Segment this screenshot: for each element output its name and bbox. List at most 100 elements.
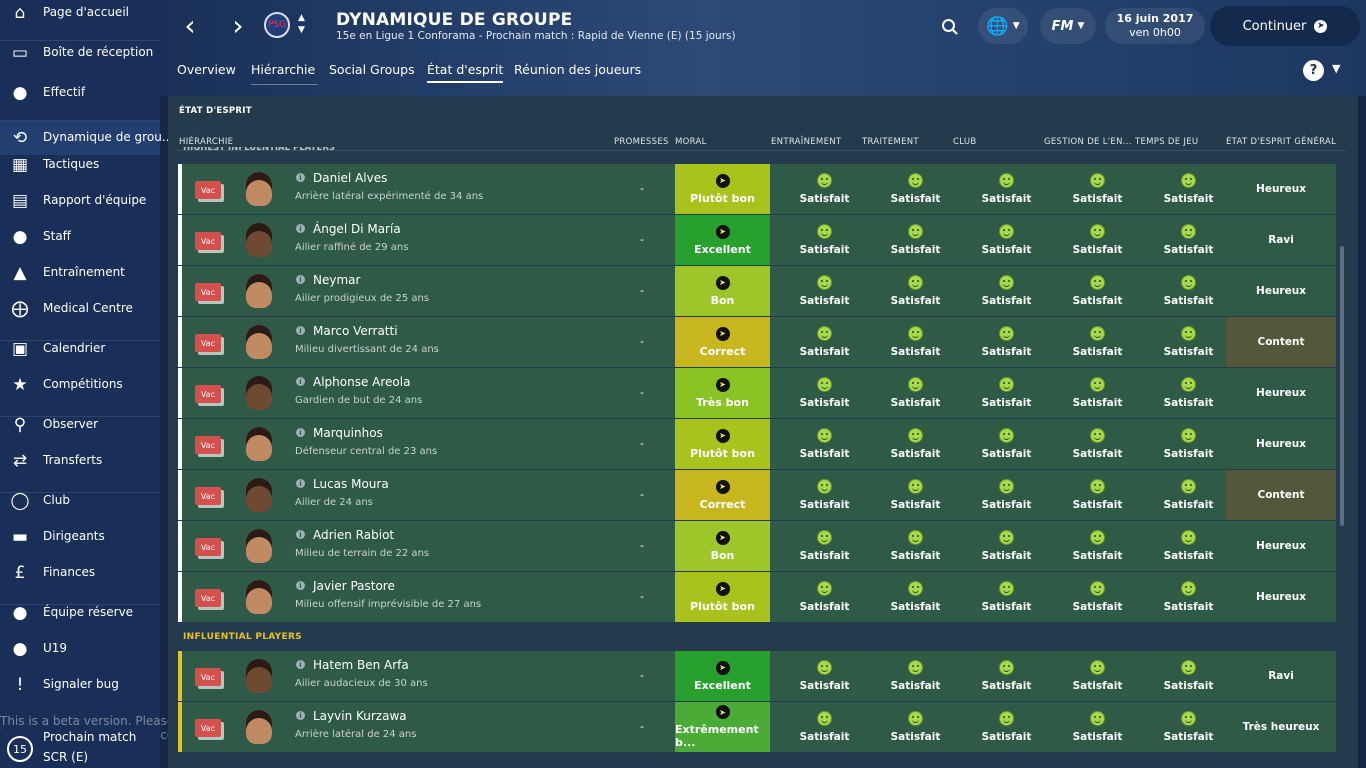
player-name[interactable]: Marquinhos [313, 426, 383, 440]
player-name[interactable]: Alphonse Areola [313, 375, 410, 389]
player-name[interactable]: Javier Pastore [313, 579, 395, 593]
info-icon[interactable]: i [296, 581, 305, 590]
tab-0[interactable]: Overview [177, 62, 236, 77]
world-menu-button[interactable]: 🌐 ▼ [978, 8, 1028, 44]
treatment-cell[interactable]: Satisfait [871, 521, 960, 571]
player-row[interactable]: Vac i Adrien Rabiot Milieu de terrain de 22… [178, 521, 1336, 571]
tab-1[interactable]: Hiérarchie [251, 62, 315, 77]
sidebar-item-16[interactable]: ● Équipe réserve [0, 602, 160, 624]
moral-cell[interactable]: ➤ Excellent [675, 651, 770, 701]
forward-arrow-icon[interactable]: › [224, 9, 252, 42]
info-icon[interactable]: i [296, 275, 305, 284]
sidebar-item-9[interactable]: ▣ Calendrier [0, 338, 160, 360]
club-cell[interactable]: Satisfait [962, 368, 1051, 418]
training-cell[interactable]: Satisfait [780, 164, 869, 214]
management-cell[interactable]: Satisfait [1053, 470, 1142, 520]
playing-time-cell[interactable]: Satisfait [1144, 470, 1233, 520]
club-cell[interactable]: Satisfait [962, 419, 1051, 469]
management-cell[interactable]: Satisfait [1053, 419, 1142, 469]
tab-4[interactable]: Réunion des joueurs [514, 62, 641, 77]
treatment-cell[interactable]: Satisfait [871, 651, 960, 701]
playing-time-cell[interactable]: Satisfait [1144, 419, 1233, 469]
next-match-button[interactable]: 15 Prochain match SCR (E) [0, 730, 160, 768]
player-row[interactable]: Vac i Neymar Ailier prodigieux de 25 ans - ➤ B… [178, 266, 1336, 316]
sidebar-item-8[interactable]: ⨁ Medical Centre [0, 298, 160, 320]
treatment-cell[interactable]: Satisfait [871, 266, 960, 316]
management-cell[interactable]: Satisfait [1053, 215, 1142, 265]
training-cell[interactable]: Satisfait [780, 317, 869, 367]
moral-cell[interactable]: ➤ Correct [675, 317, 770, 367]
player-row[interactable]: Vac i Ángel Di María Ailier raffiné de 29 a… [178, 215, 1336, 265]
sidebar-item-2[interactable]: ● Effectif [0, 82, 160, 104]
sidebar-item-15[interactable]: £ Finances [0, 562, 160, 584]
club-cell[interactable]: Satisfait [962, 215, 1051, 265]
sidebar-item-11[interactable]: ⚲ Observer [0, 414, 160, 436]
management-cell[interactable]: Satisfait [1053, 164, 1142, 214]
treatment-cell[interactable]: Satisfait [871, 702, 960, 752]
sidebar-item-5[interactable]: ▤ Rapport d'équipe [0, 190, 160, 212]
player-row[interactable]: Vac i Hatem Ben Arfa Ailier audacieux de 30… [178, 651, 1336, 701]
training-cell[interactable]: Satisfait [780, 215, 869, 265]
info-icon[interactable]: i [296, 479, 305, 488]
player-row[interactable]: Vac i Alphonse Areola Gardien de but de 24 … [178, 368, 1336, 418]
player-portrait[interactable] [246, 529, 272, 563]
sidebar-item-6[interactable]: ● Staff [0, 226, 160, 248]
sidebar-item-17[interactable]: ● U19 [0, 638, 160, 660]
player-portrait[interactable] [246, 478, 272, 512]
player-portrait[interactable] [246, 710, 272, 744]
sidebar-item-3[interactable]: ⟲ Dynamique de grou... [0, 121, 173, 155]
sidebar-item-12[interactable]: ⇄ Transferts [0, 450, 160, 472]
playing-time-cell[interactable]: Satisfait [1144, 368, 1233, 418]
club-crest-icon[interactable]: PSG [264, 12, 290, 38]
column-treatment[interactable]: TRAITEMENT [862, 137, 919, 147]
training-cell[interactable]: Satisfait [780, 368, 869, 418]
management-cell[interactable]: Satisfait [1053, 572, 1142, 622]
player-row[interactable]: Vac i Marco Verratti Milieu divertissant de… [178, 317, 1336, 367]
training-cell[interactable]: Satisfait [780, 470, 869, 520]
treatment-cell[interactable]: Satisfait [871, 215, 960, 265]
moral-cell[interactable]: ➤ Plutôt bon [675, 572, 770, 622]
management-cell[interactable]: Satisfait [1053, 521, 1142, 571]
player-name[interactable]: Marco Verratti [313, 324, 398, 338]
management-cell[interactable]: Satisfait [1053, 702, 1142, 752]
club-cell[interactable]: Satisfait [962, 164, 1051, 214]
treatment-cell[interactable]: Satisfait [871, 470, 960, 520]
info-icon[interactable]: i [296, 530, 305, 539]
info-icon[interactable]: i [296, 711, 305, 720]
playing-time-cell[interactable]: Satisfait [1144, 317, 1233, 367]
player-portrait[interactable] [246, 427, 272, 461]
player-name[interactable]: Adrien Rabiot [313, 528, 394, 542]
management-cell[interactable]: Satisfait [1053, 317, 1142, 367]
sidebar-item-14[interactable]: ▬ Dirigeants [0, 526, 160, 548]
management-cell[interactable]: Satisfait [1053, 368, 1142, 418]
column-playing-time[interactable]: TEMPS DE JEU [1135, 137, 1198, 147]
fm-menu-button[interactable]: FM ▼ [1040, 8, 1096, 44]
scrollbar[interactable] [1340, 246, 1344, 526]
info-icon[interactable]: i [296, 377, 305, 386]
management-cell[interactable]: Satisfait [1053, 266, 1142, 316]
player-name[interactable]: Hatem Ben Arfa [313, 658, 409, 672]
playing-time-cell[interactable]: Satisfait [1144, 702, 1233, 752]
treatment-cell[interactable]: Satisfait [871, 317, 960, 367]
player-row[interactable]: Vac i Lucas Moura Ailier de 24 ans - ➤ Correct… [178, 470, 1336, 520]
info-icon[interactable]: i [296, 173, 305, 182]
info-icon[interactable]: i [296, 326, 305, 335]
sidebar-item-4[interactable]: ▦ Tactiques [0, 154, 160, 176]
club-cell[interactable]: Satisfait [962, 470, 1051, 520]
playing-time-cell[interactable]: Satisfait [1144, 651, 1233, 701]
moral-cell[interactable]: ➤ Plutôt bon [675, 164, 770, 214]
player-portrait[interactable] [246, 172, 272, 206]
info-icon[interactable]: i [296, 224, 305, 233]
sidebar-item-7[interactable]: ▲ Entraînement [0, 262, 160, 284]
club-cell[interactable]: Satisfait [962, 521, 1051, 571]
playing-time-cell[interactable]: Satisfait [1144, 215, 1233, 265]
moral-cell[interactable]: ➤ Plutôt bon [675, 419, 770, 469]
sidebar-item-10[interactable]: ★ Compétitions [0, 374, 160, 396]
player-name[interactable]: Lucas Moura [313, 477, 389, 491]
club-cell[interactable]: Satisfait [962, 572, 1051, 622]
treatment-cell[interactable]: Satisfait [871, 572, 960, 622]
playing-time-cell[interactable]: Satisfait [1144, 521, 1233, 571]
playing-time-cell[interactable]: Satisfait [1144, 572, 1233, 622]
continue-button[interactable]: Continuer ➤ [1210, 6, 1360, 46]
playing-time-cell[interactable]: Satisfait [1144, 164, 1233, 214]
